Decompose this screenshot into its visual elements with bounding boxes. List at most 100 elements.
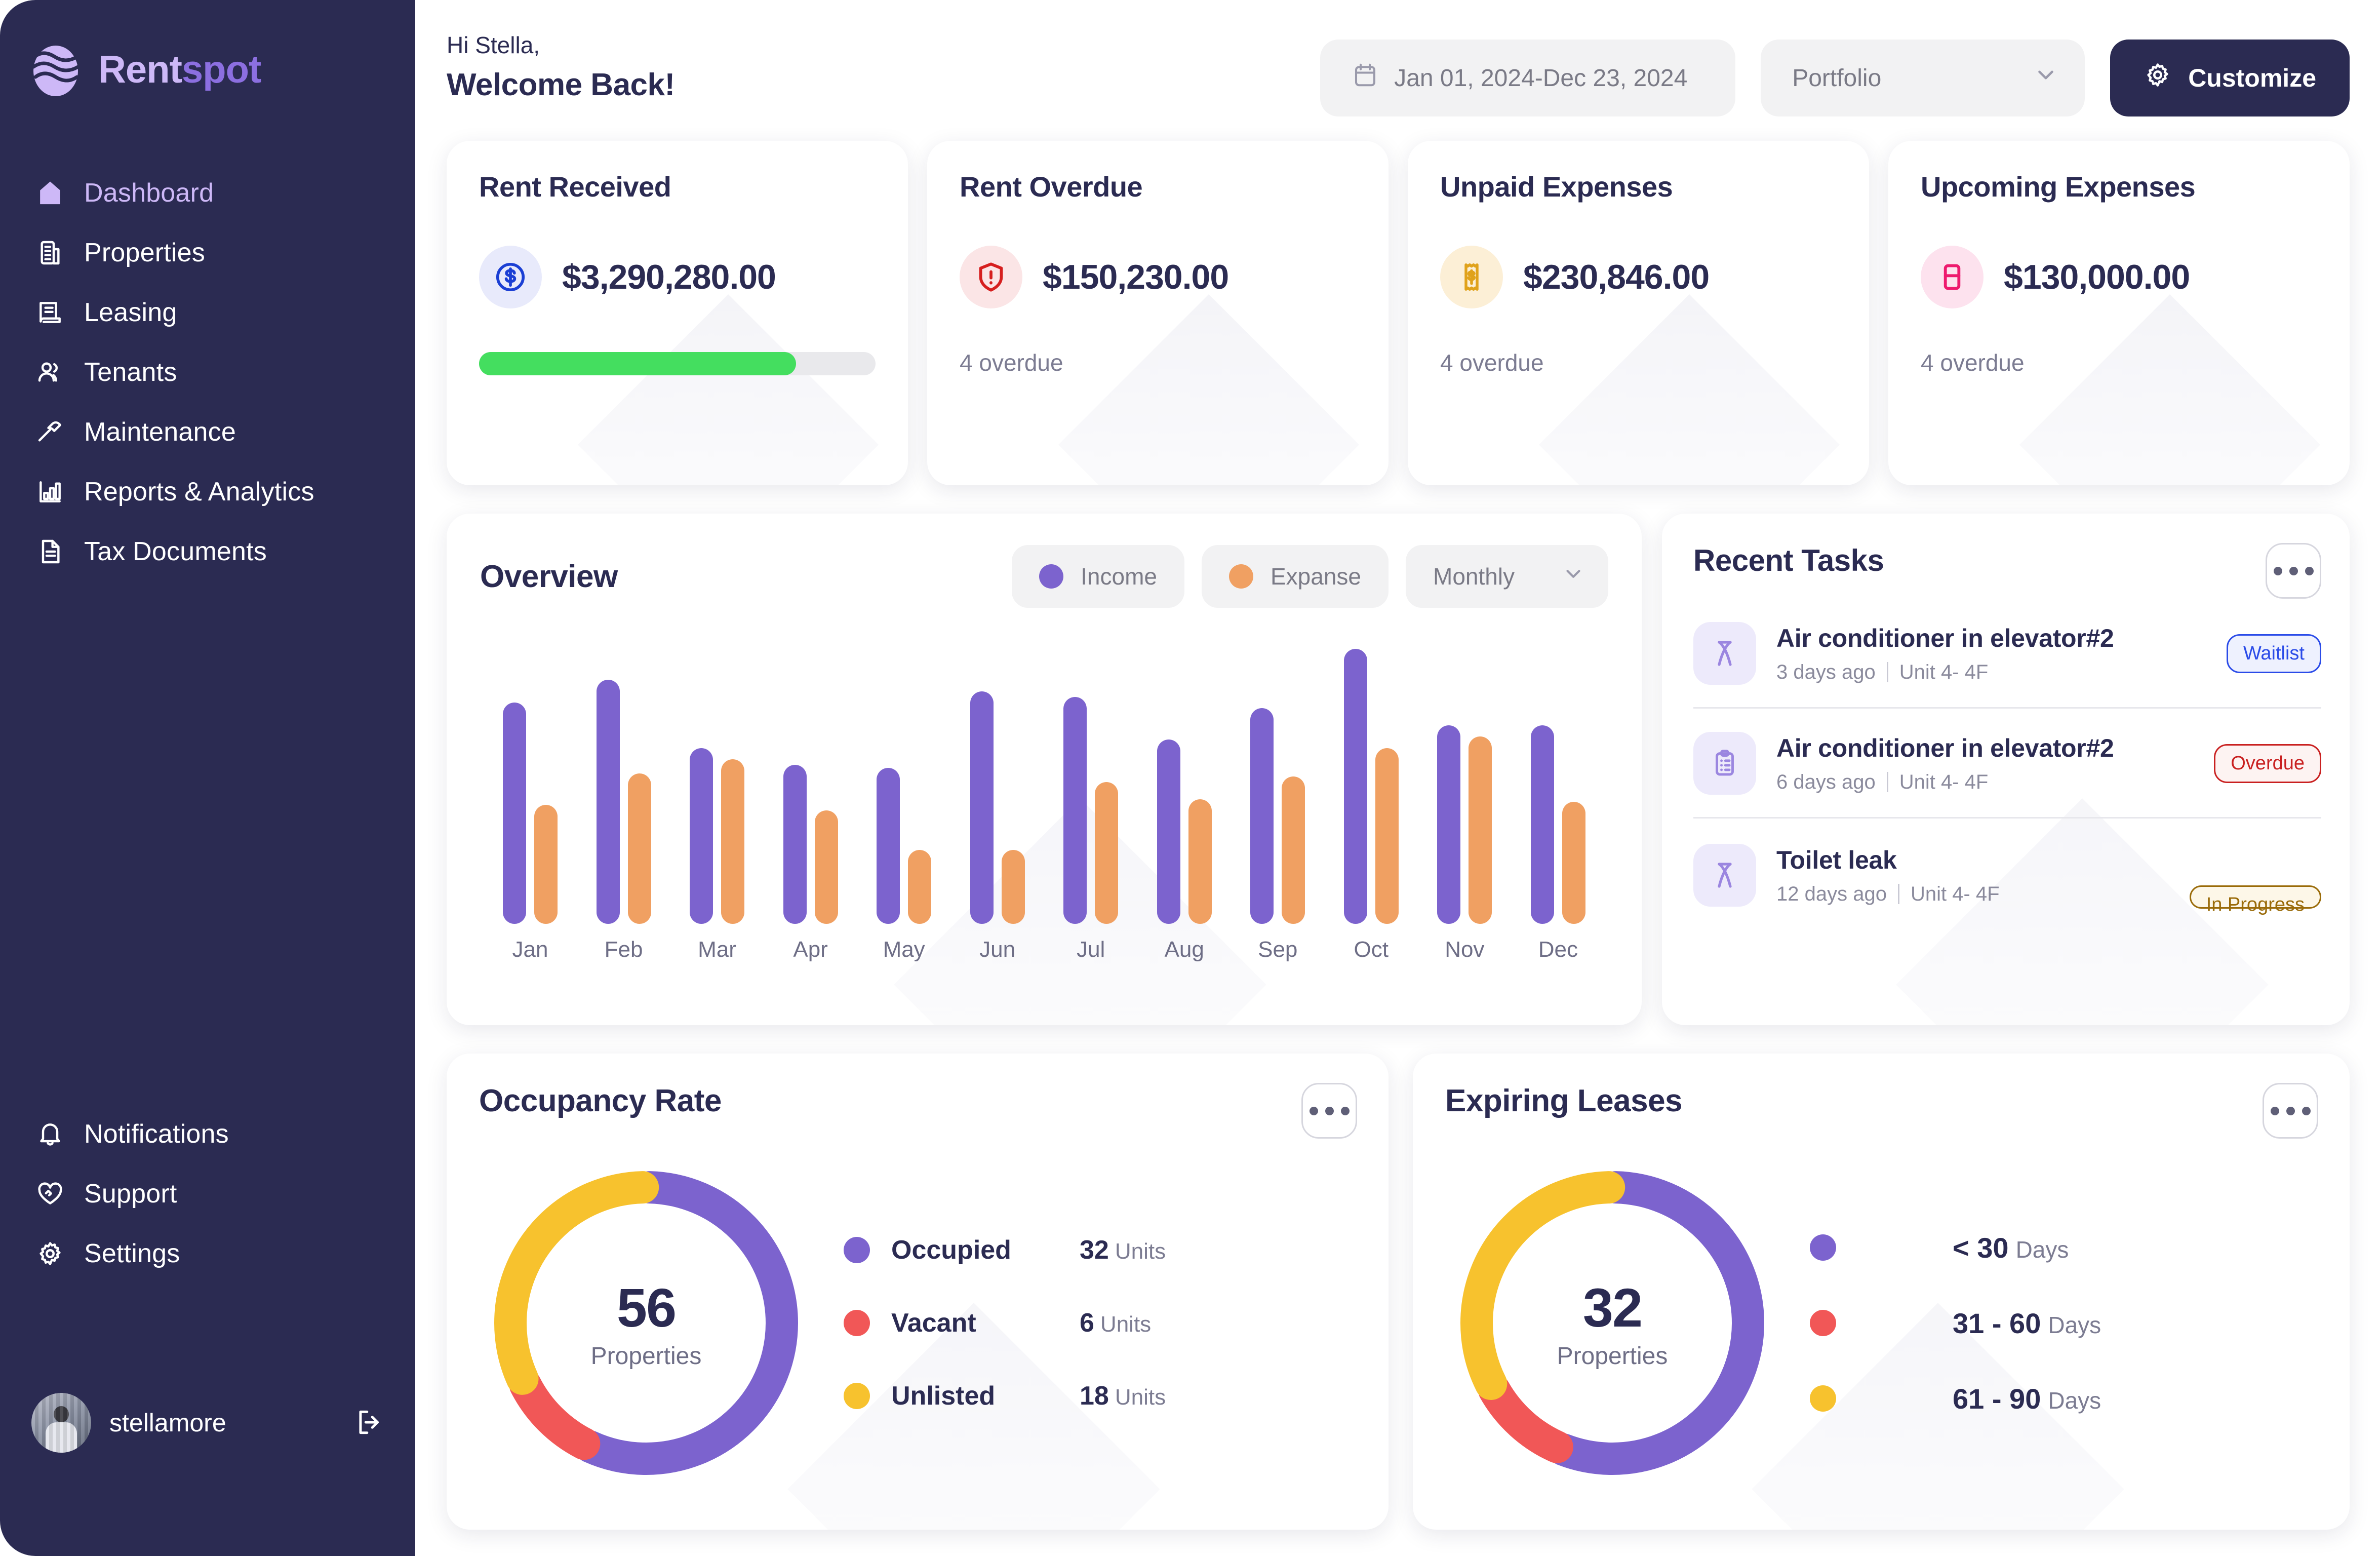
more-horizontal-icon[interactable] <box>2266 543 2321 599</box>
legend-income-label: Income <box>1081 563 1157 590</box>
kpi-card-unpaid-expenses[interactable]: Unpaid Expenses $230,846.00 4 overdue <box>1408 141 1869 485</box>
bar-group: Feb <box>581 640 667 962</box>
legend-expense-label: Expanse <box>1270 563 1361 590</box>
sidebar-item-label: Support <box>84 1179 177 1209</box>
legend-value: 32 Units <box>1080 1235 1166 1265</box>
task-body: Air conditioner in elevator#2 6 days ago U… <box>1776 733 2194 794</box>
sidebar-item-support[interactable]: Support <box>0 1164 415 1224</box>
sidebar-item-dashboard[interactable]: Dashboard <box>0 163 415 223</box>
customize-label: Customize <box>2188 64 2316 92</box>
recent-tasks-card: Recent Tasks Air conditioner in elevator… <box>1662 514 2350 1025</box>
legend-unit: Units <box>1115 1239 1166 1264</box>
bar-x-label: Jul <box>1077 937 1105 962</box>
legend-unit: Days <box>2015 1236 2069 1263</box>
header-actions: Jan 01, 2024-Dec 23, 2024 Portfolio Cust… <box>1320 40 2350 116</box>
brand-logo-block[interactable]: Rentspot <box>0 0 415 97</box>
bar-x-label: Feb <box>604 937 643 962</box>
meta-separator <box>1886 662 1888 682</box>
legend-label: < 30 Days <box>1953 1231 2069 1264</box>
bar-group: Apr <box>768 640 854 962</box>
legend-label: Unlisted <box>891 1381 996 1411</box>
date-range-picker[interactable]: Jan 01, 2024-Dec 23, 2024 <box>1320 40 1736 116</box>
expense-bar <box>814 810 838 924</box>
legend-label: Occupied <box>891 1235 1011 1265</box>
lease-document-icon <box>34 297 66 328</box>
calendar-icon <box>1352 61 1379 95</box>
bar-group: Jan <box>487 640 573 962</box>
gear-icon <box>34 1238 66 1269</box>
legend-row: 31 - 60 Days <box>1810 1307 2318 1340</box>
sidebar-nav: Dashboard Properties Leasing Tenants Mai… <box>0 163 415 581</box>
sidebar-item-maintenance[interactable]: Maintenance <box>0 402 415 462</box>
sidebar-item-label: Tenants <box>84 358 177 387</box>
sidebar-item-reports-analytics[interactable]: Reports & Analytics <box>0 462 415 522</box>
kpi-card-upcoming-expenses[interactable]: Upcoming Expenses $130,000.00 4 overdue <box>1888 141 2350 485</box>
occupancy-center-value: 56 <box>616 1277 677 1338</box>
task-name: Air conditioner in elevator#2 <box>1776 733 2114 762</box>
gear-icon <box>2144 61 2172 95</box>
greeting-block: Hi Stella, Welcome Back! <box>447 31 675 103</box>
task-time: 12 days ago <box>1776 882 1887 905</box>
bar-group: Mar <box>674 640 760 962</box>
legend-value: 6 Units <box>1080 1308 1152 1338</box>
bar-group: Oct <box>1328 640 1414 962</box>
sidebar-user-row[interactable]: stellamore <box>0 1393 415 1453</box>
portfolio-select[interactable]: Portfolio <box>1761 40 2085 116</box>
bell-icon <box>34 1118 66 1150</box>
sidebar-item-properties[interactable]: Properties <box>0 223 415 283</box>
more-horizontal-icon[interactable] <box>2263 1083 2318 1139</box>
sidebar-item-tenants[interactable]: Tenants <box>0 342 415 402</box>
meta-separator <box>1897 884 1899 904</box>
rent-received-progress <box>479 352 876 375</box>
leases-title: Expiring Leases <box>1445 1083 1683 1118</box>
income-bar <box>1343 649 1367 924</box>
income-bar <box>877 768 900 924</box>
income-bar <box>1063 697 1087 924</box>
sidebar-item-tax-documents[interactable]: Tax Documents <box>0 522 415 581</box>
more-horizontal-icon[interactable] <box>1301 1083 1357 1139</box>
task-unit: Unit 4- 4F <box>1899 770 1989 793</box>
expense-bar <box>627 773 651 924</box>
legend-row: Vacant 6 Units <box>844 1308 1357 1338</box>
task-row[interactable]: Toilet leak 12 days ago Unit 4- 4F In Progr… <box>1693 817 2321 931</box>
overview-title: Overview <box>480 559 618 594</box>
kpi-cards: Rent Received $3,290,280.00 Rent Overdue <box>447 141 2350 485</box>
shield-alert-icon <box>960 246 1022 308</box>
avatar <box>31 1393 91 1453</box>
brand-name: Rentspot <box>98 48 261 92</box>
income-bar <box>783 765 807 924</box>
portfolio-select-value: Portfolio <box>1792 64 1882 92</box>
sidebar-item-settings[interactable]: Settings <box>0 1224 415 1283</box>
recent-tasks-title: Recent Tasks <box>1693 543 1884 577</box>
credit-card-icon <box>1921 246 1984 308</box>
bar-x-label: Sep <box>1258 937 1298 962</box>
expense-color-dot <box>1228 564 1253 589</box>
task-name: Toilet leak <box>1776 845 1897 874</box>
legend-value: 18 Units <box>1080 1381 1166 1411</box>
sidebar-item-label: Dashboard <box>84 178 214 208</box>
legend-color-dot <box>1810 1385 1836 1412</box>
logout-icon[interactable] <box>349 1402 390 1443</box>
hammer-icon <box>1693 622 1756 685</box>
sidebar-item-notifications[interactable]: Notifications <box>0 1104 415 1164</box>
customize-button[interactable]: Customize <box>2110 40 2350 116</box>
task-row[interactable]: Air conditioner in elevator#2 6 days ago U… <box>1693 707 2321 817</box>
task-row[interactable]: Air conditioner in elevator#2 3 days ago U… <box>1693 599 2321 707</box>
kpi-card-rent-received[interactable]: Rent Received $3,290,280.00 <box>447 141 908 485</box>
task-meta: 6 days ago Unit 4- 4F <box>1776 771 2194 794</box>
income-bar <box>1530 725 1554 924</box>
period-select[interactable]: Monthly <box>1406 545 1608 608</box>
kpi-title: Rent Overdue <box>960 171 1143 203</box>
income-bar <box>1157 740 1180 924</box>
bar-x-label: Mar <box>698 937 736 962</box>
legend-expense[interactable]: Expanse <box>1201 545 1389 608</box>
kpi-value: $150,230.00 <box>1043 258 1229 296</box>
legend-income[interactable]: Income <box>1012 545 1184 608</box>
legend-unit: Units <box>1100 1312 1152 1337</box>
overview-tasks-row: Overview Income Expanse Monthly Jan Feb … <box>447 514 2350 1025</box>
sidebar-item-leasing[interactable]: Leasing <box>0 283 415 342</box>
kpi-card-rent-overdue[interactable]: Rent Overdue $150,230.00 4 overdue <box>927 141 1389 485</box>
kpi-value: $230,846.00 <box>1523 258 1710 296</box>
task-time: 6 days ago <box>1776 770 1876 793</box>
legend-unit: Days <box>2048 1311 2101 1338</box>
